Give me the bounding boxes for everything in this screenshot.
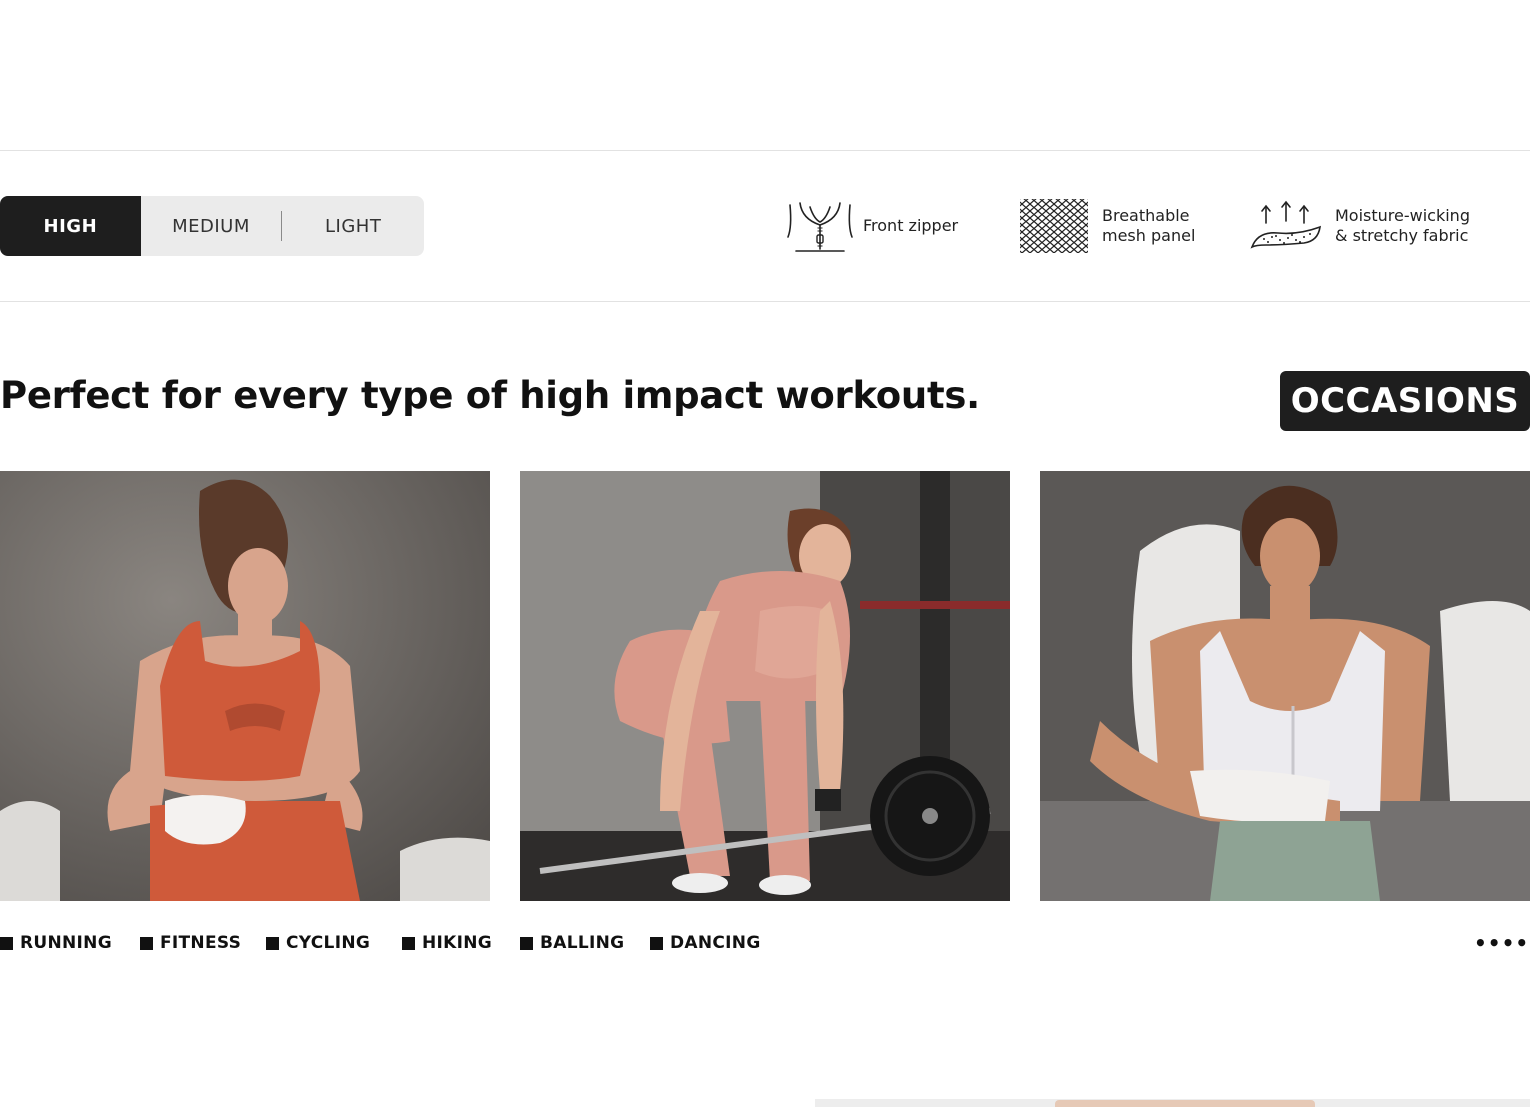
activity-label: RUNNING: [20, 933, 112, 953]
square-bullet-icon: [650, 936, 663, 950]
square-bullet-icon: [266, 936, 279, 950]
feature-moisture-wicking: Moisture-wicking & stretchy fabric: [1248, 196, 1470, 256]
occasions-badge: OCCASIONS: [1280, 371, 1530, 431]
feature-line: Moisture-wicking: [1335, 206, 1470, 225]
mesh-panel-icon: [1018, 197, 1090, 255]
square-bullet-icon: [140, 936, 153, 950]
activity-tag[interactable]: FITNESS: [140, 930, 241, 956]
intensity-medium-tab[interactable]: MEDIUM: [141, 196, 282, 256]
top-divider: [0, 150, 1530, 151]
moisture-wicking-icon: [1248, 197, 1324, 255]
activity-tag[interactable]: RUNNING: [0, 930, 112, 956]
feature-line: & stretchy fabric: [1335, 226, 1469, 245]
more-activities-indicator: ••••••: [1474, 931, 1530, 955]
activity-tag[interactable]: DANCING: [650, 930, 761, 956]
front-zipper-icon: [786, 197, 854, 255]
activity-label: CYCLING: [286, 933, 371, 953]
fitness-photo: [520, 471, 1010, 901]
occasions-headline: Perfect for every type of high impact wo…: [0, 374, 980, 417]
intensity-light-tab[interactable]: LIGHT: [282, 196, 424, 256]
intensity-high-tab[interactable]: HIGH: [0, 196, 141, 256]
running-photo: [0, 471, 490, 901]
feature-label: Front zipper: [863, 216, 958, 236]
feature-mesh-panel: Breathable mesh panel: [1018, 196, 1195, 256]
activity-tag[interactable]: BALLING: [520, 930, 624, 956]
feature-line: Front zipper: [863, 216, 959, 235]
feature-label: Breathable mesh panel: [1102, 206, 1195, 246]
next-section-preview: [815, 1099, 1530, 1107]
square-bullet-icon: [0, 936, 13, 950]
activity-label: DANCING: [670, 933, 761, 953]
activity-tag[interactable]: CYCLING: [266, 930, 370, 956]
square-bullet-icon: [402, 936, 415, 950]
intensity-selector: HIGH MEDIUM LIGHT: [0, 196, 424, 256]
activity-label: FITNESS: [160, 933, 242, 953]
next-section-image-edge: [1055, 1100, 1315, 1107]
feature-label: Moisture-wicking & stretchy fabric: [1335, 206, 1470, 246]
bottom-divider: [0, 301, 1530, 302]
activity-label: BALLING: [540, 933, 625, 953]
feature-front-zipper: Front zipper: [786, 196, 958, 256]
activity-tag[interactable]: HIKING: [402, 930, 492, 956]
feature-line: Breathable: [1102, 206, 1190, 225]
cycling-photo: [1040, 471, 1530, 901]
square-bullet-icon: [520, 936, 533, 950]
activity-label: HIKING: [422, 933, 493, 953]
feature-line: mesh panel: [1102, 226, 1196, 245]
activity-tags: RUNNING FITNESS CYCLING HIKING BALLING D…: [0, 930, 1530, 956]
